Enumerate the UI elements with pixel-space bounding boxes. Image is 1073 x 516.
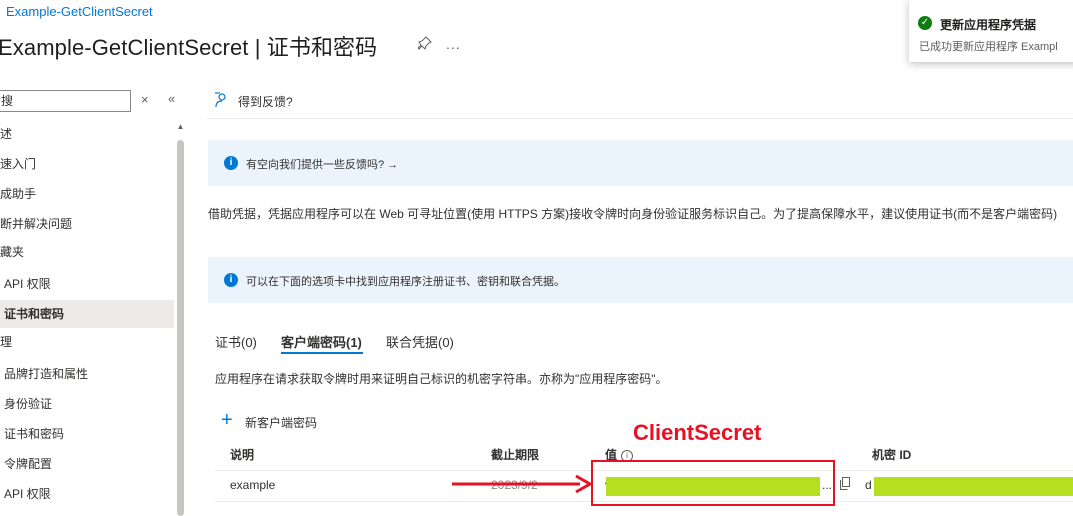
column-header-secret-id[interactable]: 机密 ID <box>872 446 911 463</box>
annotation-label: ClientSecret <box>633 420 762 445</box>
sidebar-section-favorites[interactable]: 藏夹 <box>0 238 174 266</box>
sidebar-item-branding[interactable]: 品牌打造和属性 <box>0 360 174 388</box>
info-banner-text: 可以在下面的选项卡中找到应用程序注册证书、密钥和联合凭据。 <box>246 276 565 288</box>
more-options-button[interactable]: ... <box>446 36 461 52</box>
cell-description: example <box>230 478 276 492</box>
tab-client-secrets[interactable]: 客户端密码(1) <box>281 332 362 351</box>
sidebar-item-certificates-fav[interactable]: 证书和密码 <box>0 300 174 328</box>
feedback-banner[interactable]: i 有空向我们提供一些反馈吗? → <box>208 140 1073 186</box>
column-header-expires[interactable]: 截止期限 <box>491 446 539 463</box>
tab-federated-credentials[interactable]: 联合凭据(0) <box>386 332 454 351</box>
feedback-icon[interactable] <box>214 92 230 108</box>
redacted-secret-id <box>874 477 1073 496</box>
sidebar-item-quickstart[interactable]: 速入门 <box>0 150 174 178</box>
scroll-up-icon[interactable]: ▲ <box>176 122 185 131</box>
tab-certificates[interactable]: 证书(0) <box>215 332 257 351</box>
copy-icon[interactable] <box>839 477 851 490</box>
sidebar-search[interactable] <box>0 90 131 112</box>
search-input[interactable] <box>0 91 121 109</box>
feedback-banner-text[interactable]: 有空向我们提供一些反馈吗? → <box>246 156 398 172</box>
sidebar-item-authentication[interactable]: 身份验证 <box>0 390 174 418</box>
sidebar-item-overview[interactable]: 述 <box>0 120 174 148</box>
feedback-button[interactable]: 得到反馈? <box>238 93 293 110</box>
info-icon: i <box>224 273 238 287</box>
info-banner: i 可以在下面的选项卡中找到应用程序注册证书、密钥和联合凭据。 <box>208 257 1073 303</box>
sidebar-item-certificates[interactable]: 证书和密码 <box>0 420 174 448</box>
breadcrumb[interactable]: Example-GetClientSecret <box>6 4 153 19</box>
sidebar-item-api-permissions[interactable]: API 权限 <box>0 480 174 508</box>
check-circle-icon: ✓ <box>918 16 932 30</box>
info-icon: i <box>224 156 238 170</box>
credentials-description: 借助凭据，凭据应用程序可以在 Web 可寻址位置(使用 HTTPS 方案)接收令… <box>208 207 1058 221</box>
column-header-description[interactable]: 说明 <box>230 446 254 463</box>
tab-description: 应用程序在请求获取令牌时用来证明自己标识的机密字符串。亦称为"应用程序密码"。 <box>215 372 668 386</box>
sidebar-item-api-permissions-fav[interactable]: API 权限 <box>0 270 174 298</box>
pin-icon[interactable] <box>417 36 432 53</box>
scrollbar-thumb[interactable] <box>177 140 184 516</box>
new-client-secret-button[interactable]: 新客户端密码 <box>245 414 317 431</box>
collapse-sidebar-icon[interactable]: « <box>168 91 175 106</box>
plus-icon[interactable]: + <box>221 410 233 430</box>
sidebar-item-token-config[interactable]: 令牌配置 <box>0 450 174 478</box>
sidebar-item-diagnose[interactable]: 断并解决问题 <box>0 210 174 238</box>
toast-message: 已成功更新应用程序 Exampl <box>919 41 1058 53</box>
cell-secret-id-prefix: d <box>865 478 872 492</box>
active-tab-indicator <box>281 352 363 354</box>
annotation-highlight-box <box>591 460 835 506</box>
sidebar-section-manage[interactable]: 理 <box>0 328 174 356</box>
toolbar-divider <box>207 118 1073 119</box>
clear-icon[interactable]: × <box>141 92 149 107</box>
sidebar-item-integration-assistant[interactable]: 成助手 <box>0 180 174 208</box>
page-title: Example-GetClientSecret | 证书和密码 <box>0 35 378 60</box>
toast-title: 更新应用程序凭据 <box>940 18 1037 32</box>
annotation-arrow-icon <box>452 474 594 497</box>
toast-notification: ✓ 更新应用程序凭据 已成功更新应用程序 Exampl <box>909 0 1073 62</box>
